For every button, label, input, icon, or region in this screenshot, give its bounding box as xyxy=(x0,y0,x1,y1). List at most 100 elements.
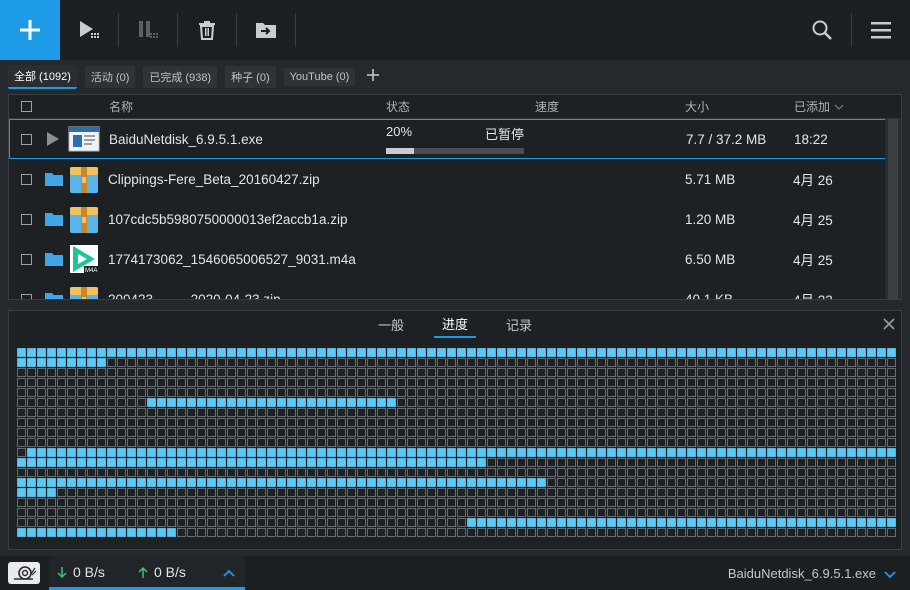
scrollbar-thumb[interactable] xyxy=(888,119,898,299)
row-checkbox[interactable] xyxy=(21,173,32,185)
piece-empty xyxy=(417,428,426,437)
piece-empty xyxy=(317,368,326,377)
piece-done xyxy=(537,448,546,457)
filter-tab-all[interactable]: 全部 (1092) xyxy=(8,65,77,89)
add-filter-button[interactable] xyxy=(363,68,383,86)
piece-empty xyxy=(57,378,66,387)
speed-panel[interactable]: 0 B/s 0 B/s xyxy=(49,556,245,590)
row-checkbox[interactable] xyxy=(21,253,32,265)
close-panel-button[interactable] xyxy=(883,314,895,335)
file-name: 1774173062_1546065006527_9031.m4a xyxy=(108,251,356,267)
chevron-down-icon[interactable] xyxy=(884,571,896,579)
search-button[interactable] xyxy=(793,0,851,60)
piece-empty xyxy=(717,428,726,437)
piece-done xyxy=(447,478,456,487)
filter-tab-active[interactable]: 活动 (0) xyxy=(84,66,136,88)
piece-empty xyxy=(707,368,716,377)
download-row[interactable]: M4A 1774173062_1546065006527_9031.m4a 6.… xyxy=(9,239,901,279)
piece-empty xyxy=(137,518,146,527)
piece-done xyxy=(167,348,176,357)
piece-empty xyxy=(507,418,516,427)
piece-empty xyxy=(697,388,706,397)
select-all-checkbox[interactable] xyxy=(21,101,32,112)
column-header-size[interactable]: 大小 xyxy=(685,95,709,118)
tab-general[interactable]: 一般 xyxy=(370,312,412,337)
piece-done xyxy=(377,348,386,357)
piece-empty xyxy=(577,438,586,447)
download-row[interactable]: 107cdc5b5980750000013ef2accb1a.zip 1.20 … xyxy=(9,199,901,239)
piece-done xyxy=(197,348,206,357)
resume-all-button[interactable] xyxy=(60,0,118,60)
delete-button[interactable] xyxy=(178,0,236,60)
piece-empty xyxy=(147,468,156,477)
piece-done xyxy=(27,488,36,497)
filter-tab-torrents[interactable]: 种子 (0) xyxy=(225,66,276,88)
piece-empty xyxy=(257,468,266,477)
open-folder-button[interactable] xyxy=(45,239,63,279)
piece-empty xyxy=(737,408,746,417)
column-header-status[interactable]: 状态 xyxy=(386,95,410,118)
piece-empty xyxy=(247,488,256,497)
piece-empty xyxy=(567,488,576,497)
row-checkbox[interactable] xyxy=(21,213,32,225)
piece-empty xyxy=(187,378,196,387)
resume-row-button[interactable] xyxy=(46,120,60,158)
piece-empty xyxy=(487,368,496,377)
open-folder-button[interactable] xyxy=(45,279,63,299)
column-header-speed[interactable]: 速度 xyxy=(535,95,559,118)
tab-log[interactable]: 记录 xyxy=(498,312,540,337)
piece-empty xyxy=(697,478,706,487)
list-scrollbar[interactable] xyxy=(885,119,901,299)
piece-empty xyxy=(467,388,476,397)
piece-empty xyxy=(817,378,826,387)
piece-empty xyxy=(77,398,86,407)
piece-empty xyxy=(157,518,166,527)
piece-empty xyxy=(427,358,436,367)
piece-empty xyxy=(337,498,346,507)
piece-empty xyxy=(807,508,816,517)
size-cell: 7.7 / 37.2 MB xyxy=(686,131,767,147)
piece-empty xyxy=(307,508,316,517)
piece-empty xyxy=(267,418,276,427)
piece-empty xyxy=(847,388,856,397)
download-row[interactable]: 200423_____2020-04-23.zip 40.1 KB 4月 23 xyxy=(9,279,901,299)
row-checkbox[interactable] xyxy=(21,133,32,145)
piece-empty xyxy=(87,498,96,507)
piece-empty xyxy=(277,528,286,537)
piece-done xyxy=(77,528,86,537)
piece-done xyxy=(887,348,896,357)
piece-empty xyxy=(717,498,726,507)
piece-empty xyxy=(27,418,36,427)
piece-empty xyxy=(547,478,556,487)
add-download-button[interactable] xyxy=(0,0,60,60)
piece-empty xyxy=(277,408,286,417)
column-header-name[interactable]: 名称 xyxy=(109,95,133,118)
piece-done xyxy=(57,478,66,487)
piece-empty xyxy=(237,358,246,367)
column-header-added[interactable]: 已添加 xyxy=(794,95,844,118)
piece-empty xyxy=(157,428,166,437)
filter-tab-completed[interactable]: 已完成 (938) xyxy=(143,66,218,88)
piece-empty xyxy=(277,368,286,377)
tab-progress[interactable]: 进度 xyxy=(433,311,476,338)
move-to-folder-button[interactable] xyxy=(237,0,295,60)
open-folder-button[interactable] xyxy=(45,159,63,199)
download-row[interactable]: BaiduNetdisk_6.9.5.1.exe 20% 已暂停 7.7 / 3… xyxy=(9,119,901,159)
piece-empty xyxy=(437,438,446,447)
piece-empty xyxy=(747,508,756,517)
piece-empty xyxy=(887,408,896,417)
piece-empty xyxy=(727,388,736,397)
speed-limiter-button[interactable] xyxy=(8,562,40,584)
row-checkbox[interactable] xyxy=(21,293,32,299)
piece-empty xyxy=(587,488,596,497)
piece-empty xyxy=(167,438,176,447)
piece-empty xyxy=(67,388,76,397)
download-row[interactable]: Clippings-Fere_Beta_20160427.zip 5.71 MB… xyxy=(9,159,901,199)
piece-empty xyxy=(307,528,316,537)
main-menu-button[interactable] xyxy=(852,0,910,60)
piece-empty xyxy=(417,528,426,537)
piece-empty xyxy=(857,378,866,387)
open-folder-button[interactable] xyxy=(45,199,63,239)
pause-all-button[interactable] xyxy=(119,0,177,60)
filter-tab-youtube[interactable]: YouTube (0) xyxy=(283,68,356,86)
